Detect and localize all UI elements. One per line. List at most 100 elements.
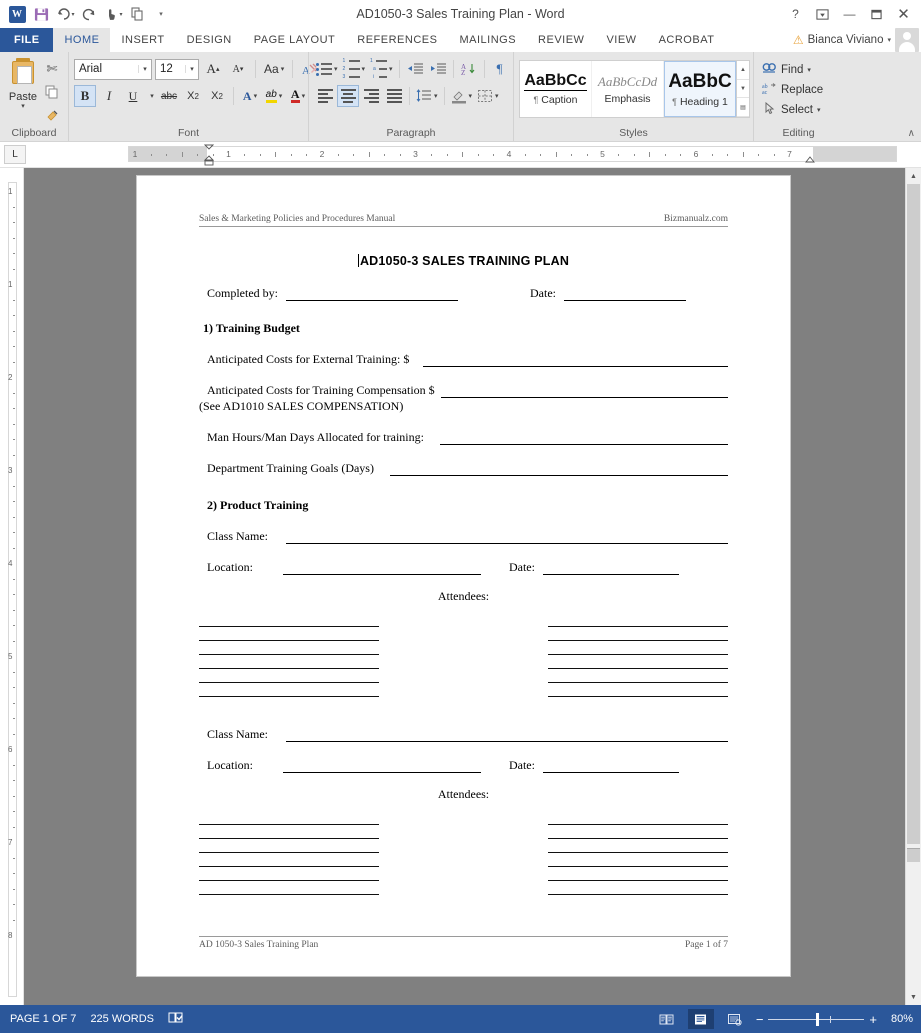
italic-button[interactable]: I: [98, 85, 120, 107]
align-center-button[interactable]: [337, 85, 359, 107]
class-name-input[interactable]: [286, 729, 728, 742]
scroll-down-icon[interactable]: ▼: [906, 989, 921, 1005]
show-formatting-marks-button[interactable]: ¶: [489, 58, 511, 80]
attendee-line[interactable]: [199, 627, 379, 641]
attendee-line[interactable]: [199, 669, 379, 683]
close-button[interactable]: ✕: [890, 2, 917, 26]
touch-mouse-mode-icon[interactable]: ▾: [102, 3, 124, 25]
document-scroll-region[interactable]: Sales & Marketing Policies and Procedure…: [24, 168, 921, 1005]
attendee-line[interactable]: [548, 655, 728, 669]
borders-button[interactable]: ▾: [475, 85, 501, 107]
superscript-button[interactable]: X2: [206, 85, 228, 107]
scroll-up-icon[interactable]: ▲: [906, 168, 921, 184]
replace-button[interactable]: ab ac Replace: [759, 80, 823, 100]
line-spacing-button[interactable]: ▾: [414, 85, 440, 107]
subscript-button[interactable]: X2: [182, 85, 204, 107]
collapse-ribbon-button[interactable]: ∧: [908, 128, 915, 139]
attendee-line[interactable]: [548, 669, 728, 683]
attendee-line[interactable]: [548, 839, 728, 853]
sort-button[interactable]: AZ: [458, 58, 480, 80]
select-chevron-down-icon[interactable]: ▾: [817, 106, 821, 114]
styles-scroll-down-icon[interactable]: ▼: [737, 80, 749, 99]
attendee-line[interactable]: [199, 655, 379, 669]
strikethrough-button[interactable]: abc: [158, 85, 180, 107]
attendee-line[interactable]: [199, 881, 379, 895]
external-training-cost-input[interactable]: [423, 354, 728, 367]
change-case-button[interactable]: Aa ▾: [262, 58, 286, 80]
ribbon-display-options-button[interactable]: [809, 2, 836, 26]
find-button[interactable]: Find ▾: [759, 60, 811, 80]
align-left-button[interactable]: [314, 85, 336, 107]
horizontal-ruler[interactable]: 1 1 2 3 4 5 6 7: [128, 144, 897, 166]
numbering-button[interactable]: 1 2 3 ▾: [341, 58, 368, 80]
select-button[interactable]: Select ▾: [759, 100, 820, 120]
bullets-button[interactable]: ▾: [314, 58, 340, 80]
font-color-button[interactable]: A ▾: [287, 85, 309, 107]
qat-dropdown-icon[interactable]: ▾: [150, 3, 172, 25]
underline-chevron-down-icon[interactable]: ▾: [146, 85, 156, 107]
tab-insert[interactable]: INSERT: [110, 28, 175, 52]
attendee-line[interactable]: [548, 613, 728, 627]
document-page[interactable]: Sales & Marketing Policies and Procedure…: [137, 176, 790, 976]
shading-button[interactable]: ▾: [449, 85, 475, 107]
zoom-thumb[interactable]: [816, 1012, 820, 1026]
tab-mailings[interactable]: MAILINGS: [448, 28, 527, 52]
print-layout-button[interactable]: [687, 1009, 714, 1029]
attendee-line[interactable]: [199, 825, 379, 839]
attendee-line[interactable]: [199, 641, 379, 655]
date-input[interactable]: [542, 562, 679, 575]
zoom-slider[interactable]: − +: [756, 1012, 877, 1027]
save-icon[interactable]: [30, 3, 52, 25]
attendee-line[interactable]: [548, 825, 728, 839]
help-button[interactable]: ?: [782, 2, 809, 26]
read-mode-button[interactable]: [654, 1009, 680, 1029]
cut-icon[interactable]: ✄: [41, 59, 63, 79]
vertical-ruler[interactable]: 1 1 2 3 4 5 6 7 8: [0, 168, 24, 1005]
tab-design[interactable]: DESIGN: [176, 28, 243, 52]
page-indicator[interactable]: PAGE 1 OF 7: [10, 1013, 76, 1025]
copy-icon[interactable]: [41, 82, 63, 102]
maximize-button[interactable]: [863, 2, 890, 26]
undo-icon[interactable]: ▾: [54, 3, 76, 25]
multilevel-list-button[interactable]: 1 a i ▾: [368, 58, 395, 80]
attendee-line[interactable]: [548, 683, 728, 697]
tab-references[interactable]: REFERENCES: [346, 28, 448, 52]
zoom-level-label[interactable]: 80%: [885, 1013, 913, 1025]
training-compensation-cost-input[interactable]: [440, 385, 728, 398]
class-name-input[interactable]: [286, 531, 728, 544]
font-name-combo[interactable]: Arial ▾: [74, 58, 152, 80]
scroll-split-handle[interactable]: [907, 848, 920, 862]
avatar[interactable]: [895, 28, 919, 52]
man-hours-input[interactable]: [439, 432, 728, 445]
font-size-chevron-down-icon[interactable]: ▾: [185, 65, 198, 73]
attendee-line[interactable]: [548, 853, 728, 867]
justify-button[interactable]: [383, 85, 405, 107]
attendee-line[interactable]: [199, 683, 379, 697]
attendee-line[interactable]: [199, 853, 379, 867]
zoom-out-button[interactable]: −: [756, 1012, 764, 1027]
attendee-line[interactable]: [199, 811, 379, 825]
vertical-scrollbar[interactable]: ▲ ▼: [905, 168, 921, 1005]
tab-stop-selector[interactable]: L: [4, 145, 26, 164]
customize-quick-access-icon[interactable]: [126, 3, 148, 25]
scrollbar-thumb[interactable]: [907, 184, 920, 844]
tab-acrobat[interactable]: ACROBAT: [648, 28, 726, 52]
format-painter-icon[interactable]: [41, 105, 63, 125]
tab-review[interactable]: REVIEW: [527, 28, 595, 52]
styles-scrollbar[interactable]: ▲ ▼ ▤: [736, 61, 749, 118]
word-count-indicator[interactable]: 225 WORDS: [90, 1013, 154, 1025]
styles-more-icon[interactable]: ▤: [737, 98, 749, 118]
date-input[interactable]: [542, 760, 679, 773]
redo-icon[interactable]: [78, 3, 100, 25]
date-input[interactable]: [564, 288, 686, 301]
tab-file[interactable]: FILE: [0, 28, 54, 52]
tab-view[interactable]: VIEW: [595, 28, 647, 52]
align-right-button[interactable]: [360, 85, 382, 107]
zoom-in-button[interactable]: +: [869, 1012, 877, 1027]
text-effects-button[interactable]: A ▾: [239, 85, 261, 107]
attendee-line[interactable]: [548, 867, 728, 881]
font-size-combo[interactable]: 12 ▾: [155, 58, 199, 80]
attendee-line[interactable]: [548, 811, 728, 825]
shrink-font-button[interactable]: A ▾: [227, 58, 249, 80]
account-area[interactable]: ⚠ Bianca Viviano ▾: [793, 28, 919, 52]
